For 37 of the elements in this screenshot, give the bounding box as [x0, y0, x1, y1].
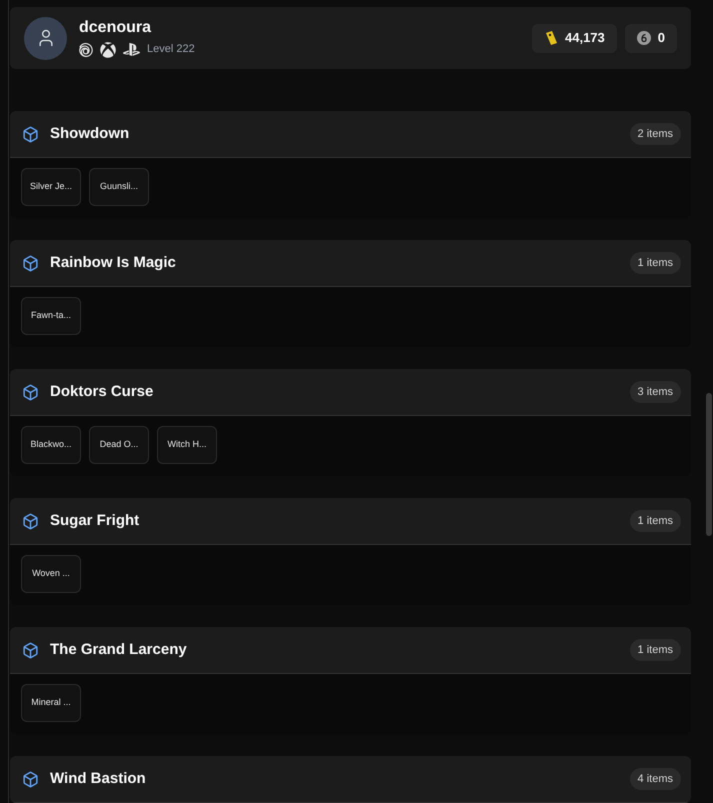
- item-tile[interactable]: Fawn-ta...: [21, 297, 81, 335]
- cube-icon: [22, 126, 39, 142]
- item-tile[interactable]: Silver Je...: [21, 168, 81, 206]
- username: dcenoura: [79, 18, 152, 38]
- item-count: 1 items: [630, 510, 681, 532]
- avatar: [24, 16, 67, 60]
- collection-title: Rainbow Is Magic: [50, 252, 176, 273]
- cube-icon: [22, 642, 39, 658]
- item-tile[interactable]: Woven ...: [21, 555, 81, 593]
- item-tile[interactable]: Dead O...: [89, 426, 149, 464]
- collection-title: Sugar Fright: [50, 510, 140, 531]
- item-tile[interactable]: Guunsli...: [89, 168, 149, 206]
- item-count: 2 items: [630, 122, 681, 146]
- collection-title: Wind Bastion: [50, 768, 146, 789]
- coin-icon: [636, 31, 651, 45]
- cube-icon: [22, 512, 39, 530]
- level-label: Level 222: [147, 42, 195, 58]
- currency-badge: 44,173: [532, 24, 617, 52]
- item-count: 4 items: [630, 768, 681, 790]
- cube-icon: [22, 384, 39, 400]
- xbox-icon: [100, 42, 116, 58]
- cube-icon: [22, 770, 39, 788]
- item-tile[interactable]: Mineral ...: [21, 684, 81, 722]
- item-count: 1 items: [630, 638, 681, 662]
- collection-title: The Grand Larceny: [50, 640, 187, 660]
- currency-badge: 0: [624, 24, 677, 52]
- cube-icon: [22, 254, 39, 272]
- ticket-icon: [544, 30, 558, 46]
- item-tile[interactable]: Blackwo...: [21, 426, 81, 464]
- swirl-icon: [79, 42, 93, 56]
- scrollbar-thumb[interactable]: [706, 393, 712, 536]
- item-count: 1 items: [630, 252, 681, 274]
- collection-title: Showdown: [50, 124, 130, 144]
- playstation-icon: [123, 41, 140, 58]
- item-tile[interactable]: Witch H...: [157, 426, 217, 464]
- item-count: 3 items: [630, 380, 681, 404]
- collection-title: Doktors Curse: [50, 382, 154, 402]
